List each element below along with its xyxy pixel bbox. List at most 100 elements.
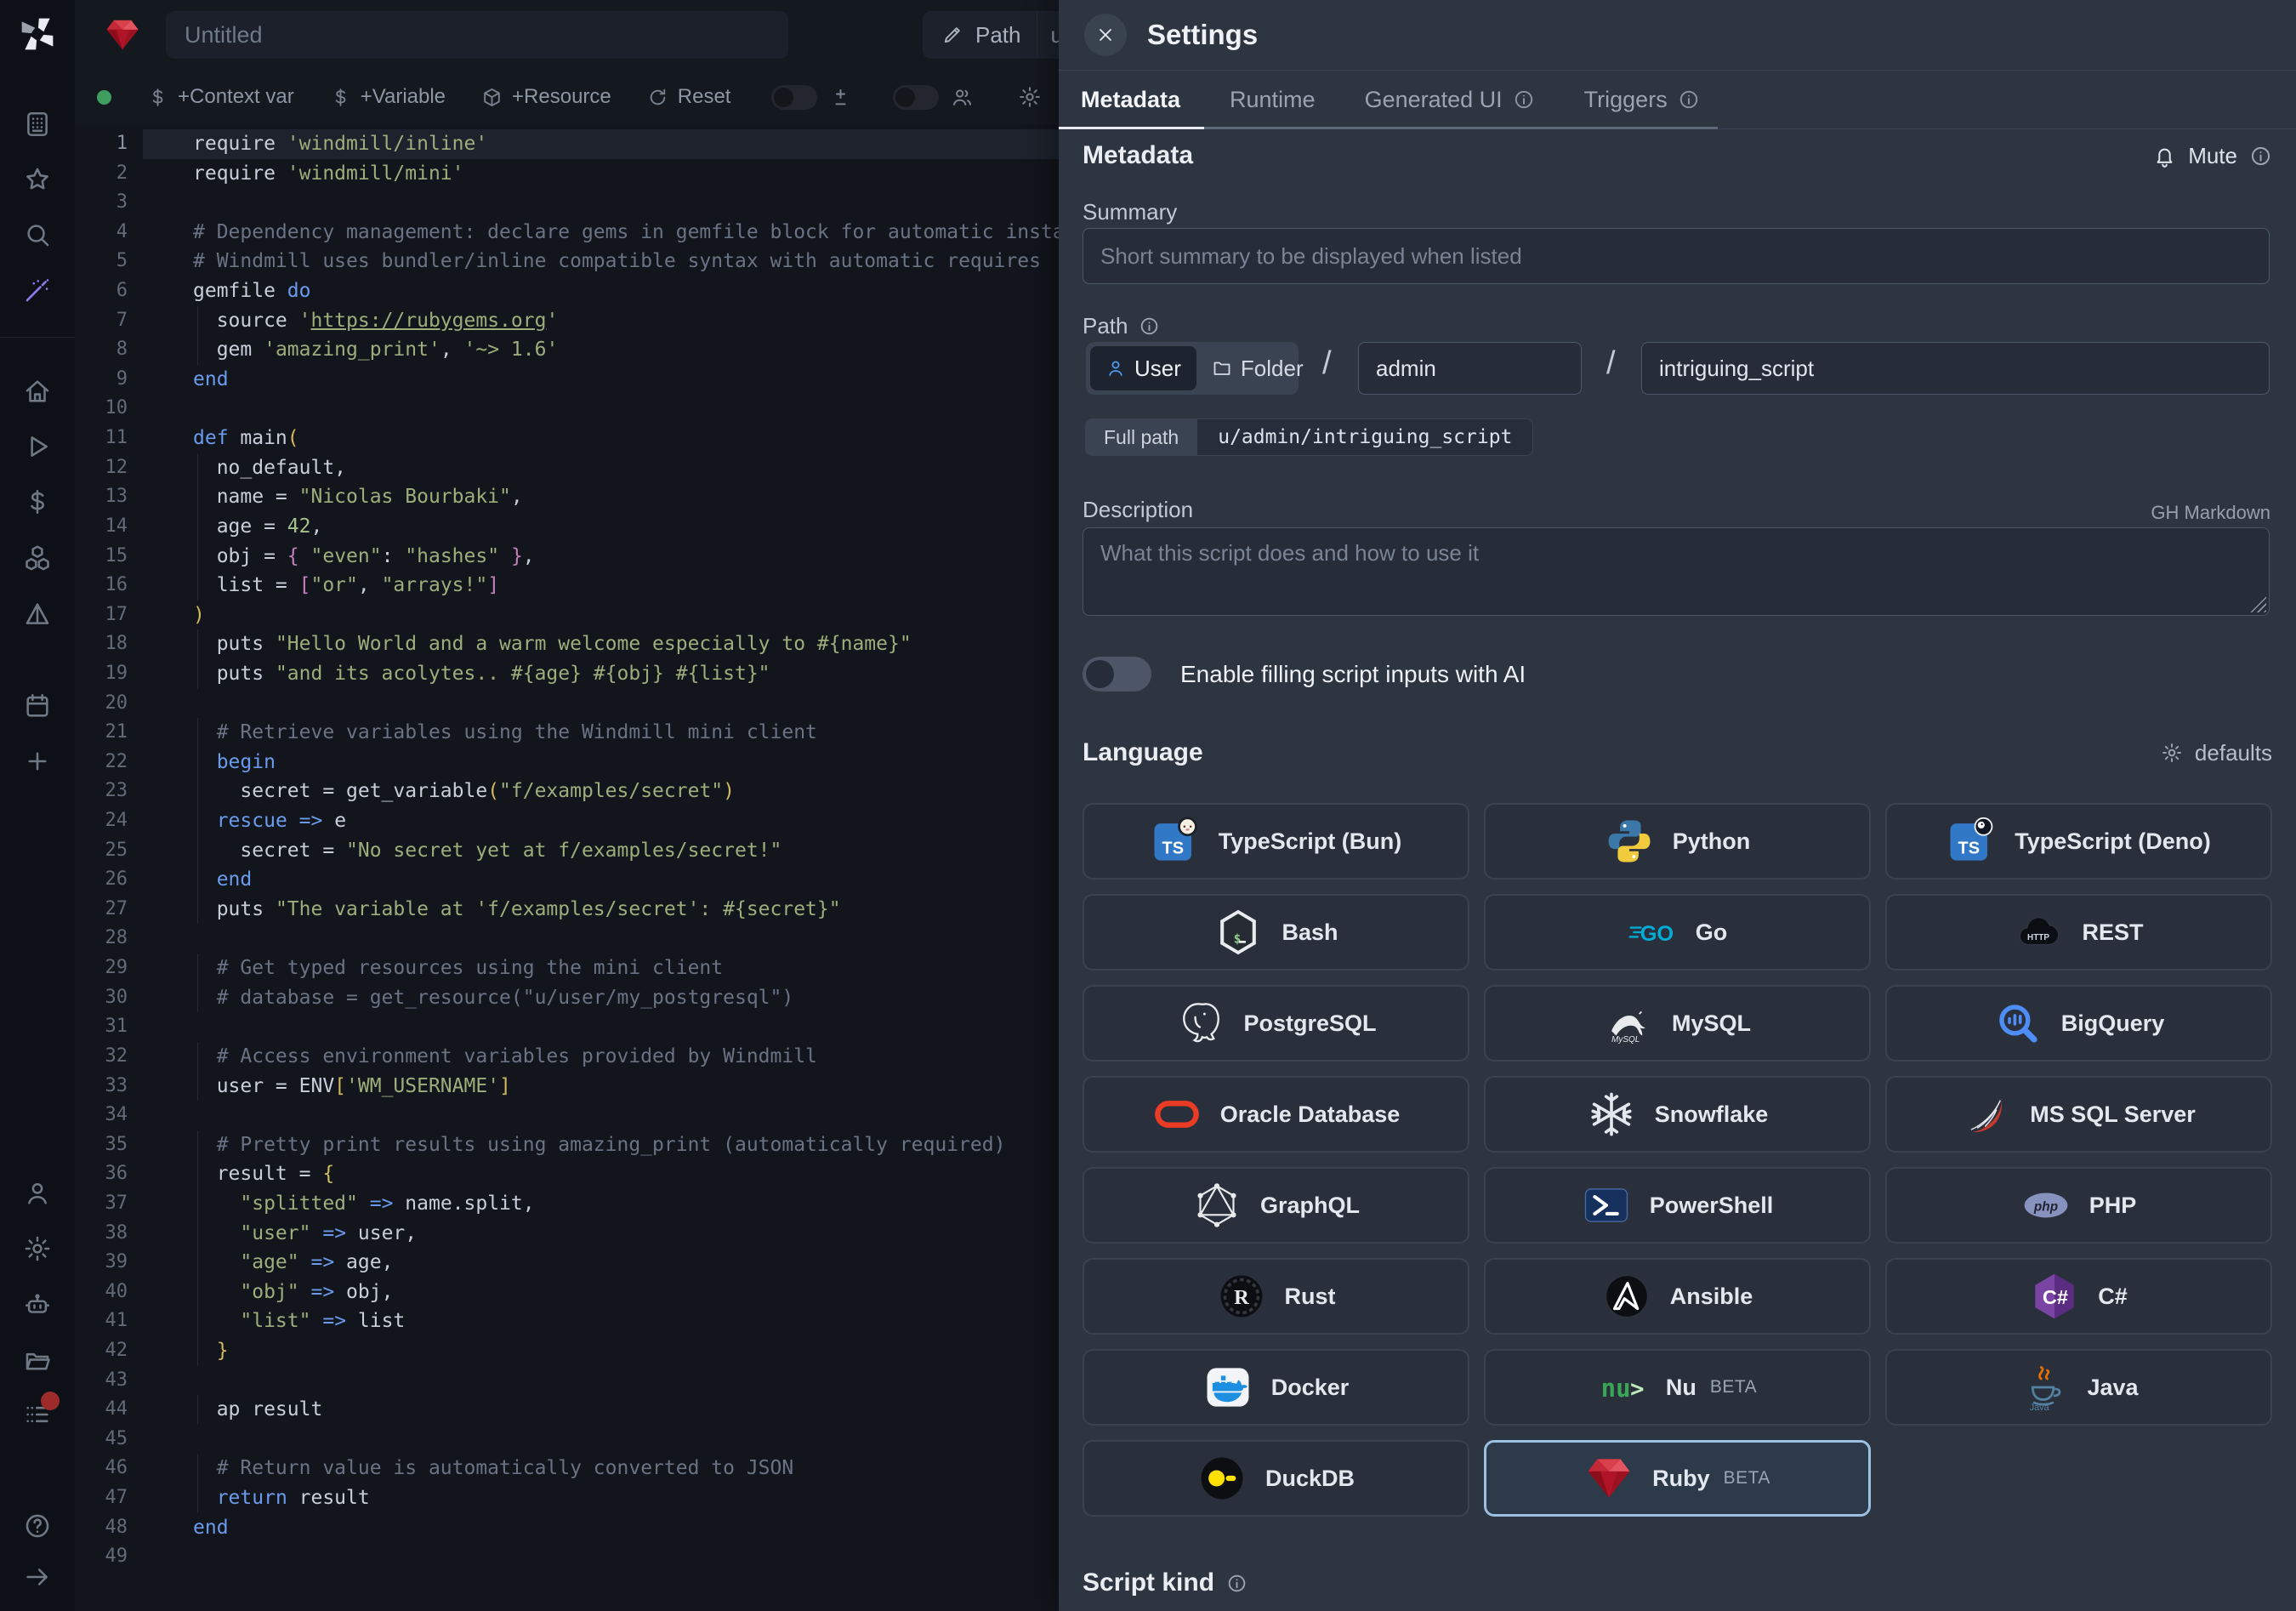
tab-generated-ui[interactable]: Generated UI xyxy=(1365,71,1535,128)
code-line-44[interactable]: 44 ap result xyxy=(75,1395,1059,1425)
tab-triggers[interactable]: Triggers xyxy=(1584,71,1700,128)
play-icon[interactable] xyxy=(23,432,52,461)
code-line-28[interactable]: 28 xyxy=(75,924,1059,954)
arrow-right-icon[interactable] xyxy=(23,1563,52,1591)
code-editor[interactable]: 1require 'windmill/inline'2require 'wind… xyxy=(75,124,1059,1611)
language-card-graphql[interactable]: GraphQL xyxy=(1083,1167,1469,1244)
code-line-48[interactable]: 48end xyxy=(75,1513,1059,1543)
code-line-25[interactable]: 25 secret = "No secret yet at f/examples… xyxy=(75,836,1059,866)
code-line-17[interactable]: 17) xyxy=(75,601,1059,630)
path-owner-input[interactable] xyxy=(1358,342,1582,395)
language-card-powershell[interactable]: PowerShell xyxy=(1484,1167,1871,1244)
language-card-snowflake[interactable]: Snowflake xyxy=(1484,1076,1871,1153)
language-card-ansible[interactable]: Ansible xyxy=(1484,1258,1871,1335)
windmill-logo-icon[interactable] xyxy=(19,15,56,53)
language-card-java[interactable]: JavaJava xyxy=(1885,1349,2272,1426)
multiplayer-toggle[interactable] xyxy=(893,85,939,110)
code-line-3[interactable]: 3 xyxy=(75,188,1059,218)
code-line-43[interactable]: 43 xyxy=(75,1366,1059,1396)
code-line-45[interactable]: 45 xyxy=(75,1425,1059,1454)
code-line-8[interactable]: 8 gem 'amazing_print', '~> 1.6' xyxy=(75,335,1059,365)
code-line-26[interactable]: 26 end xyxy=(75,865,1059,895)
ai-inputs-toggle[interactable] xyxy=(1083,657,1151,692)
queue-list-icon[interactable] xyxy=(23,1400,52,1429)
code-line-1[interactable]: 1require 'windmill/inline' xyxy=(75,129,1059,159)
language-card-oracle-database[interactable]: Oracle Database xyxy=(1083,1076,1469,1153)
calendar-icon[interactable] xyxy=(23,692,52,720)
resource-button[interactable]: +Resource xyxy=(481,85,611,109)
plus-icon[interactable] xyxy=(23,747,52,776)
code-line-21[interactable]: 21 # Retrieve variables using the Windmi… xyxy=(75,718,1059,748)
code-line-4[interactable]: 4# Dependency management: declare gems i… xyxy=(75,218,1059,248)
code-line-31[interactable]: 31 xyxy=(75,1012,1059,1042)
code-line-41[interactable]: 41 "list" => list xyxy=(75,1306,1059,1336)
code-line-13[interactable]: 13 name = "Nicolas Bourbaki", xyxy=(75,482,1059,512)
code-line-6[interactable]: 6gemfile do xyxy=(75,276,1059,306)
code-line-23[interactable]: 23 secret = get_variable("f/examples/sec… xyxy=(75,777,1059,806)
code-line-49[interactable]: 49 xyxy=(75,1542,1059,1572)
code-line-20[interactable]: 20 xyxy=(75,689,1059,719)
language-card-docker[interactable]: Docker xyxy=(1083,1349,1469,1426)
code-line-35[interactable]: 35 # Pretty print results using amazing_… xyxy=(75,1130,1059,1160)
language-card-typescript-bun[interactable]: TSTypeScript (Bun) xyxy=(1083,803,1469,880)
language-card-nu[interactable]: nu>NuBETA xyxy=(1484,1349,1871,1426)
code-line-2[interactable]: 2require 'windmill/mini' xyxy=(75,159,1059,189)
context-var-button[interactable]: +Context var xyxy=(147,85,294,109)
language-card-c[interactable]: C#C# xyxy=(1885,1258,2272,1335)
settings-gear-icon[interactable] xyxy=(1018,85,1042,109)
code-line-32[interactable]: 32 # Access environment variables provid… xyxy=(75,1042,1059,1072)
code-line-14[interactable]: 14 age = 42, xyxy=(75,512,1059,542)
owner-kind-toggle[interactable]: User Folder xyxy=(1086,342,1299,395)
language-card-ruby[interactable]: RubyBETA xyxy=(1484,1440,1871,1517)
code-line-40[interactable]: 40 "obj" => obj, xyxy=(75,1278,1059,1307)
pyramid-icon[interactable] xyxy=(23,600,52,629)
language-card-go[interactable]: GOGo xyxy=(1484,894,1871,971)
info-icon[interactable] xyxy=(2249,145,2272,168)
info-icon[interactable] xyxy=(1226,1573,1247,1594)
code-line-46[interactable]: 46 # Return value is automatically conve… xyxy=(75,1454,1059,1483)
code-line-11[interactable]: 11def main( xyxy=(75,424,1059,453)
language-card-duckdb[interactable]: DuckDB xyxy=(1083,1440,1469,1517)
code-line-38[interactable]: 38 "user" => user, xyxy=(75,1219,1059,1249)
code-line-39[interactable]: 39 "age" => age, xyxy=(75,1248,1059,1278)
code-line-9[interactable]: 9end xyxy=(75,365,1059,395)
code-line-15[interactable]: 15 obj = { "even": "hashes" }, xyxy=(75,542,1059,572)
code-line-37[interactable]: 37 "splitted" => name.split, xyxy=(75,1189,1059,1219)
code-line-24[interactable]: 24 rescue => e xyxy=(75,806,1059,836)
language-card-mysql[interactable]: MySQLMySQL xyxy=(1484,985,1871,1062)
robot-icon[interactable] xyxy=(23,1290,52,1319)
path-name-input[interactable] xyxy=(1641,342,2270,395)
star-icon[interactable] xyxy=(23,165,52,194)
code-line-7[interactable]: 7 source 'https://rubygems.org' xyxy=(75,306,1059,336)
language-card-postgresql[interactable]: PostgreSQL xyxy=(1083,985,1469,1062)
folder-open-icon[interactable] xyxy=(23,1346,52,1375)
code-line-22[interactable]: 22 begin xyxy=(75,748,1059,777)
code-line-29[interactable]: 29 # Get typed resources using the mini … xyxy=(75,954,1059,983)
language-card-python[interactable]: Python xyxy=(1484,803,1871,880)
code-line-36[interactable]: 36 result = { xyxy=(75,1159,1059,1189)
code-line-5[interactable]: 5# Windmill uses bundler/inline compatib… xyxy=(75,247,1059,276)
description-textarea[interactable] xyxy=(1083,527,2270,616)
code-line-18[interactable]: 18 puts "Hello World and a warm welcome … xyxy=(75,629,1059,659)
defaults-button[interactable]: defaults xyxy=(2161,740,2272,766)
reset-button[interactable]: Reset xyxy=(647,85,731,109)
summary-input[interactable] xyxy=(1083,228,2270,284)
language-card-rust[interactable]: RRust xyxy=(1083,1258,1469,1335)
code-line-16[interactable]: 16 list = ["or", "arrays!"] xyxy=(75,571,1059,601)
code-line-42[interactable]: 42 } xyxy=(75,1336,1059,1366)
code-line-19[interactable]: 19 puts "and its acolytes.. #{age} #{obj… xyxy=(75,659,1059,689)
code-line-47[interactable]: 47 return result xyxy=(75,1483,1059,1513)
home-icon[interactable] xyxy=(23,377,52,406)
language-card-bigquery[interactable]: BigQuery xyxy=(1885,985,2272,1062)
mute-button[interactable]: Mute xyxy=(2153,143,2272,169)
owner-kind-user[interactable]: User xyxy=(1090,346,1196,390)
search-icon[interactable] xyxy=(23,220,52,249)
dollar-icon[interactable] xyxy=(23,487,52,516)
help-icon[interactable] xyxy=(23,1511,52,1540)
code-line-27[interactable]: 27 puts "The variable at 'f/examples/sec… xyxy=(75,895,1059,925)
language-card-rest[interactable]: HTTPREST xyxy=(1885,894,2272,971)
language-card-typescript-deno[interactable]: TSTypeScript (Deno) xyxy=(1885,803,2272,880)
script-title-input[interactable] xyxy=(166,11,788,59)
tab-runtime[interactable]: Runtime xyxy=(1230,71,1316,128)
diff-toggle[interactable] xyxy=(771,85,817,110)
